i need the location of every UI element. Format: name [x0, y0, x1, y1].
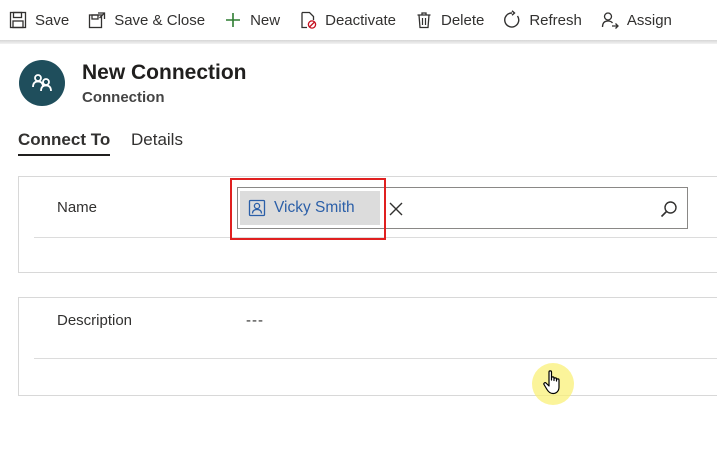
selected-record-tag[interactable]: Vicky Smith — [240, 191, 380, 225]
hand-cursor-icon — [543, 370, 560, 395]
new-button[interactable]: New — [215, 0, 290, 40]
page-title: New Connection — [82, 61, 247, 84]
entity-avatar — [19, 60, 65, 106]
deactivate-label: Deactivate — [325, 11, 396, 29]
new-label: New — [250, 11, 281, 29]
contact-icon — [248, 199, 266, 217]
save-close-label: Save & Close — [114, 11, 206, 29]
delete-label: Delete — [440, 11, 485, 29]
delete-button[interactable]: Delete — [406, 0, 494, 40]
command-bar: Save Save & Close New Deactivate Delete … — [0, 0, 717, 40]
search-icon — [660, 201, 677, 218]
refresh-label: Refresh — [529, 11, 582, 29]
connect-to-section: Name Vicky Smith — [18, 176, 717, 273]
name-field-label: Name — [57, 199, 98, 216]
entity-name: Connection — [82, 89, 165, 106]
field-divider — [34, 237, 717, 238]
deactivate-button[interactable]: Deactivate — [290, 0, 406, 40]
refresh-button[interactable]: Refresh — [494, 0, 592, 40]
deactivate-icon — [301, 11, 317, 29]
tab-connect-to[interactable]: Connect To — [18, 130, 111, 156]
save-close-icon — [89, 12, 106, 29]
remove-record-button[interactable] — [384, 197, 408, 221]
close-icon — [389, 202, 403, 216]
save-icon — [9, 11, 27, 29]
save-close-button[interactable]: Save & Close — [79, 0, 215, 40]
plus-icon — [226, 13, 241, 27]
save-button[interactable]: Save — [0, 0, 79, 40]
selected-record-name[interactable]: Vicky Smith — [274, 199, 355, 217]
field-divider — [34, 358, 717, 359]
command-bar-divider — [0, 40, 717, 44]
lookup-search-button[interactable] — [657, 197, 681, 221]
assign-button[interactable]: Assign — [592, 0, 682, 40]
details-section: Description --- — [18, 297, 717, 396]
trash-icon — [417, 12, 431, 29]
save-label: Save — [35, 11, 70, 29]
connection-icon — [32, 74, 52, 92]
refresh-icon — [504, 10, 520, 28]
description-value[interactable]: --- — [246, 312, 264, 329]
tab-details[interactable]: Details — [131, 130, 183, 150]
assign-icon — [601, 12, 619, 29]
description-field-label: Description — [57, 312, 133, 329]
name-lookup-field[interactable]: Vicky Smith — [237, 187, 688, 229]
assign-label: Assign — [626, 11, 672, 29]
